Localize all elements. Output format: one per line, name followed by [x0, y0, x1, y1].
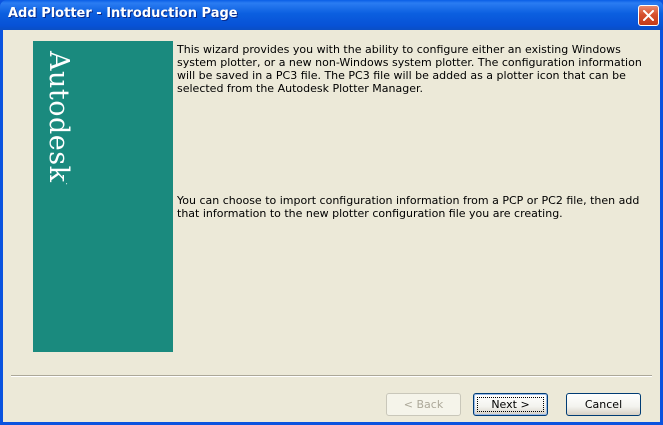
back-button-label: < Back [403, 398, 444, 411]
separator-line [11, 375, 652, 377]
back-button[interactable]: < Back [386, 393, 461, 416]
dialog-client-area: Autodesk. This wizard provides you with … [3, 30, 660, 422]
focus-rectangle [477, 397, 544, 412]
import-paragraph: You can choose to import configuration i… [177, 194, 640, 220]
autodesk-banner: Autodesk. [33, 41, 173, 352]
close-button[interactable] [638, 5, 659, 26]
cancel-button[interactable]: Cancel [566, 393, 641, 416]
title-bar[interactable]: Add Plotter - Introduction Page [0, 0, 663, 30]
next-button[interactable]: Next > [473, 393, 548, 416]
close-icon [643, 10, 654, 21]
window-title: Add Plotter - Introduction Page [8, 6, 238, 21]
intro-paragraph: This wizard provides you with the abilit… [177, 43, 642, 95]
autodesk-logo: Autodesk. [43, 51, 74, 186]
dialog-window: Add Plotter - Introduction Page Autodesk… [0, 0, 663, 425]
cancel-button-label: Cancel [584, 398, 623, 411]
